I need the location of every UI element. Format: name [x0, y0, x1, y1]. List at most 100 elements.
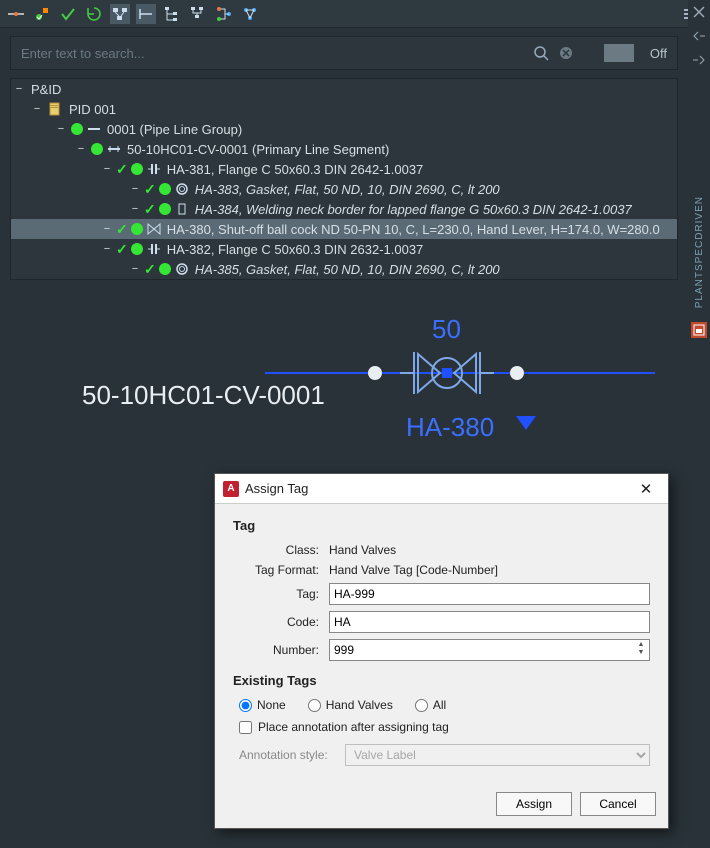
tree-primary-segment[interactable]: 50-10HC01-CV-0001 (Primary Line Segment) — [11, 139, 677, 159]
tree-label: HA-381, Flange C 50x60.3 DIN 2642-1.0037 — [167, 162, 424, 177]
expand-icon[interactable] — [31, 103, 43, 115]
status-dot-icon — [91, 143, 103, 155]
status-dot-icon — [131, 163, 143, 175]
expand-icon[interactable] — [55, 123, 67, 135]
weldneck-symbol-icon — [175, 202, 189, 216]
tag-input[interactable] — [329, 583, 650, 605]
node-right-icon — [510, 366, 524, 380]
cancel-button[interactable]: Cancel — [580, 792, 656, 816]
component-tag-label: HA-380 — [406, 412, 494, 443]
tree-label: 0001 (Pipe Line Group) — [107, 122, 242, 137]
vertical-panel-label: PLANTSPECDRIVEN — [694, 196, 705, 308]
dialog-title: Assign Tag — [245, 481, 632, 496]
radio-none-label: None — [257, 698, 286, 712]
tree-doc-pid001[interactable]: PID 001 — [11, 99, 677, 119]
radio-all-input[interactable] — [415, 699, 428, 712]
status-dot-icon — [159, 263, 171, 275]
tool-tree2-icon[interactable] — [188, 4, 208, 24]
search-toggle-label: Off — [650, 46, 667, 61]
check-icon: ✓ — [116, 161, 128, 178]
number-input[interactable] — [329, 639, 650, 661]
expand-icon[interactable] — [75, 143, 87, 155]
tool-validate-icon[interactable] — [32, 4, 52, 24]
existing-tags-radios: None Hand Valves All — [239, 698, 650, 712]
tree-label: HA-385, Gasket, Flat, 50 ND, 10, DIN 269… — [195, 262, 500, 277]
tree-ha383[interactable]: ✓ HA-383, Gasket, Flat, 50 ND, 10, DIN 2… — [11, 179, 677, 199]
status-dot-icon — [131, 243, 143, 255]
tool-junction-icon[interactable] — [6, 4, 26, 24]
search-icon[interactable] — [532, 44, 550, 62]
expand-icon[interactable] — [13, 83, 25, 95]
line-symbol-icon — [87, 122, 101, 136]
collapse-right-icon[interactable] — [691, 52, 707, 68]
tree-ha385[interactable]: ✓ HA-385, Gasket, Flat, 50 ND, 10, DIN 2… — [11, 259, 677, 279]
annotation-style-select: Valve Label — [345, 744, 650, 766]
tag-dropdown-icon[interactable] — [516, 416, 536, 430]
navigator-tree: P&ID PID 001 0001 (Pipe Line Group) 50-1… — [10, 78, 678, 280]
tool-check-icon[interactable] — [58, 4, 78, 24]
valve-symbol[interactable] — [400, 346, 494, 400]
expand-icon[interactable] — [101, 163, 113, 175]
expand-icon[interactable] — [129, 203, 141, 215]
tree-pipe-group[interactable]: 0001 (Pipe Line Group) — [11, 119, 677, 139]
close-panel-icon[interactable] — [691, 4, 707, 20]
right-icon-strip: PLANTSPECDRIVEN — [688, 0, 710, 848]
expand-icon[interactable] — [129, 183, 141, 195]
expand-icon[interactable] — [101, 243, 113, 255]
assign-button[interactable]: Assign — [496, 792, 572, 816]
tool-hierarchy-a-icon[interactable] — [110, 4, 130, 24]
tree-ha382[interactable]: ✓ HA-382, Flange C 50x60.3 DIN 2632-1.00… — [11, 239, 677, 259]
format-label: Tag Format: — [233, 563, 319, 577]
tree-label: P&ID — [31, 82, 61, 97]
check-icon: ✓ — [144, 201, 156, 218]
tool-hierarchy-b-icon[interactable] — [136, 4, 156, 24]
plantspec-icon[interactable] — [691, 322, 707, 338]
code-input[interactable] — [329, 611, 650, 633]
code-label: Code: — [233, 615, 319, 629]
check-icon: ✓ — [116, 221, 128, 238]
status-dot-icon — [131, 223, 143, 235]
status-dot-icon — [159, 203, 171, 215]
tree-ha384[interactable]: ✓ HA-384, Welding neck border for lapped… — [11, 199, 677, 219]
top-toolbar — [0, 0, 710, 28]
tag-label: Tag: — [233, 587, 319, 601]
tool-refresh-icon[interactable] — [84, 4, 104, 24]
tool-network-icon[interactable] — [240, 4, 260, 24]
search-input[interactable] — [21, 46, 524, 61]
radio-hand[interactable]: Hand Valves — [308, 698, 393, 712]
radio-none-input[interactable] — [239, 699, 252, 712]
tool-branch-icon[interactable] — [214, 4, 234, 24]
annotation-style-label: Annotation style: — [239, 748, 335, 762]
tree-ha381[interactable]: ✓ HA-381, Flange C 50x60.3 DIN 2642-1.00… — [11, 159, 677, 179]
status-dot-icon — [71, 123, 83, 135]
radio-hand-input[interactable] — [308, 699, 321, 712]
app-icon: A — [223, 481, 239, 497]
check-icon: ✓ — [144, 261, 156, 278]
tree-label: HA-383, Gasket, Flat, 50 ND, 10, DIN 269… — [195, 182, 500, 197]
collapse-left-icon[interactable] — [691, 28, 707, 44]
class-value: Hand Valves — [329, 543, 396, 557]
tree-label: PID 001 — [69, 102, 116, 117]
radio-none[interactable]: None — [239, 698, 286, 712]
tree-root-pid[interactable]: P&ID — [11, 79, 677, 99]
tag-section-title: Tag — [233, 518, 650, 533]
spin-down-icon[interactable]: ▼ — [634, 649, 648, 657]
place-annotation-checkbox[interactable] — [239, 721, 252, 734]
line-id-label: 50-10HC01-CV-0001 — [82, 380, 325, 411]
close-icon[interactable]: ✕ — [632, 478, 660, 500]
tool-tree1-icon[interactable] — [162, 4, 182, 24]
search-toggle[interactable] — [604, 44, 634, 62]
spin-up-icon[interactable]: ▲ — [634, 641, 648, 649]
tree-ha380[interactable]: ✓ HA-380, Shut-off ball cock ND 50-PN 10… — [11, 219, 677, 239]
radio-hand-label: Hand Valves — [326, 698, 393, 712]
dialog-titlebar[interactable]: A Assign Tag ✕ — [215, 474, 668, 504]
clear-search-icon[interactable] — [558, 45, 574, 61]
expand-icon[interactable] — [101, 223, 113, 235]
gasket-symbol-icon — [175, 262, 189, 276]
expand-icon[interactable] — [129, 263, 141, 275]
radio-all[interactable]: All — [415, 698, 446, 712]
gasket-symbol-icon — [175, 182, 189, 196]
flange-symbol-icon — [147, 242, 161, 256]
check-icon: ✓ — [116, 241, 128, 258]
drawing-canvas[interactable]: 50 50-10HC01-CV-0001 HA-380 — [0, 294, 688, 454]
